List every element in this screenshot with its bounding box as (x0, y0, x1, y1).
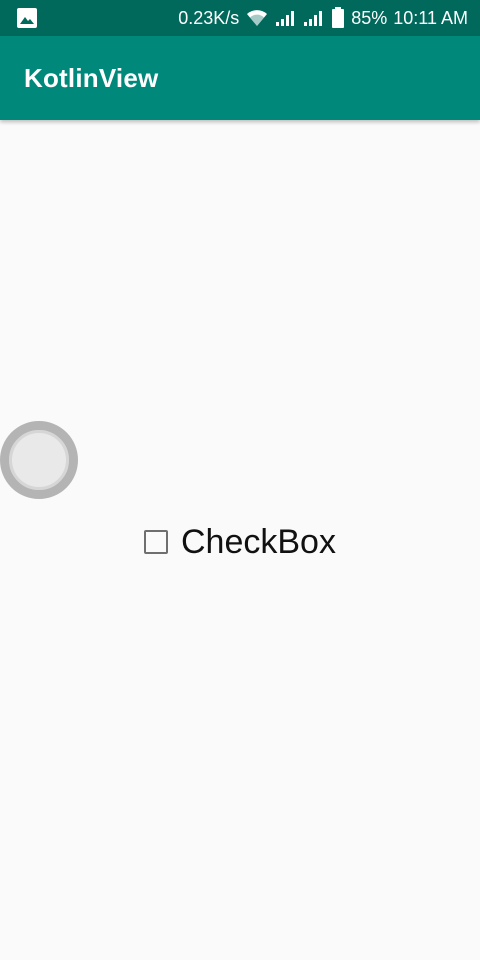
screen: 0.23K/s 85% 10:11 AM KotlinView CheckBox (0, 0, 480, 960)
checkbox-box[interactable] (144, 530, 168, 554)
signal-icon (275, 9, 297, 27)
status-right: 0.23K/s 85% 10:11 AM (178, 7, 468, 29)
network-speed: 0.23K/s (178, 7, 240, 28)
image-icon (16, 7, 38, 29)
switch-thumb[interactable] (0, 421, 78, 499)
content-area: CheckBox (0, 120, 480, 960)
checkbox[interactable]: CheckBox (144, 520, 336, 564)
signal-icon (303, 9, 325, 27)
status-bar: 0.23K/s 85% 10:11 AM (0, 0, 480, 36)
status-left (16, 7, 38, 29)
battery-icon (331, 7, 345, 29)
wifi-icon (245, 8, 269, 28)
app-title: KotlinView (24, 62, 159, 93)
checkbox-label[interactable]: CheckBox (181, 520, 336, 564)
battery-level: 85% (351, 7, 388, 28)
app-bar: KotlinView (0, 36, 480, 120)
clock: 10:11 AM (393, 7, 468, 28)
